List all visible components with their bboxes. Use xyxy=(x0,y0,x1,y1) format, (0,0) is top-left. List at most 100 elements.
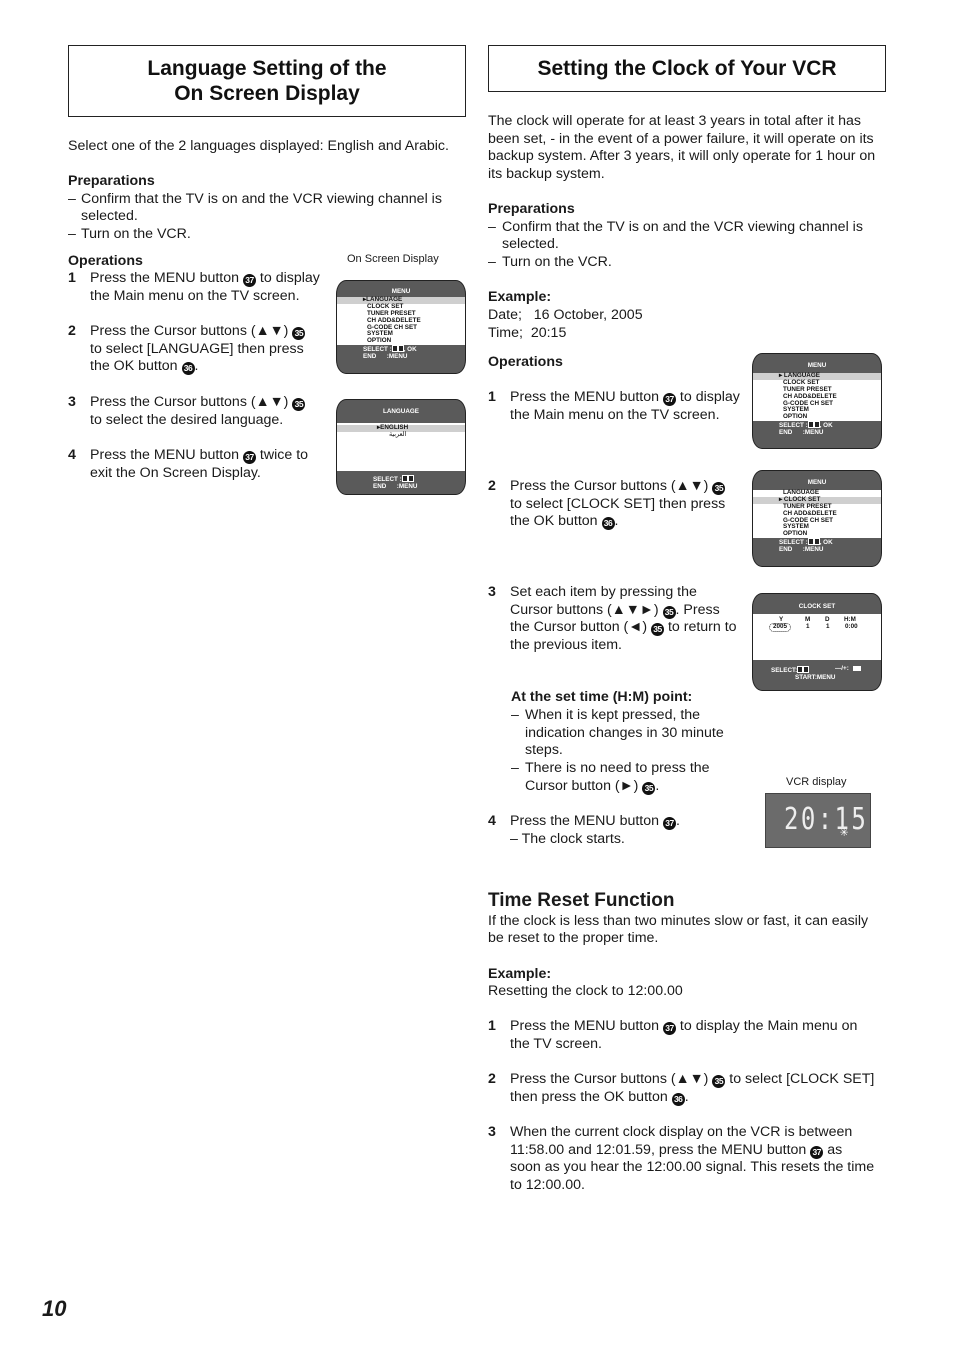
menu-item: G-CODE CH SET xyxy=(367,323,418,331)
step-text: to select [CLOCK SET] xyxy=(725,1071,875,1087)
menu-item: OPTION xyxy=(783,530,808,538)
hm-note-heading: At the set time (H:M) point: xyxy=(511,689,693,705)
step-text: to select [CLOCK SET] then press xyxy=(510,495,726,512)
note-text: Cursor button (►) 35. xyxy=(525,778,660,795)
step-text: Press the MENU button xyxy=(90,447,243,463)
operations-heading: Operations xyxy=(68,253,143,269)
intro-text: Select one of the 2 languages displayed:… xyxy=(68,138,449,154)
step-text: the OK button xyxy=(90,358,182,375)
tv-screen-menu-clockset: MENU LANGUAGE ▸ CLOCK SET TUNER PRESET C… xyxy=(752,470,882,567)
step-text: Set each item by pressing the xyxy=(510,584,697,600)
note-text: steps. xyxy=(525,742,563,758)
time-reset-intro: be reset to the proper time. xyxy=(488,930,659,946)
vcr-display: 20:15 ✳ xyxy=(765,793,871,848)
step-text: . xyxy=(675,813,680,829)
flashing-indicator-icon: ✳ xyxy=(840,824,849,840)
step-text: Press the MENU button xyxy=(510,813,663,829)
screen-footer: END :MENU xyxy=(373,482,418,490)
menu-item: G-CODE CH SET xyxy=(783,399,834,407)
step-text: – The clock starts. xyxy=(510,830,625,847)
screen-footer: END :MENU xyxy=(779,429,824,437)
menu-item: SYSTEM xyxy=(783,523,809,531)
button-35-icon: 35 xyxy=(712,1075,726,1088)
button-35-icon: 35 xyxy=(642,782,656,795)
button-35-icon: 35 xyxy=(651,623,664,637)
step-text: as xyxy=(823,1141,843,1158)
prep-item: – xyxy=(68,191,76,207)
prep-text: selected. xyxy=(81,208,138,224)
title-line: Language Setting of the xyxy=(147,57,387,80)
step-text: Press the Cursor buttons (▲▼) xyxy=(90,323,293,339)
tv-screen-language: LANGUAGE ▸ENGLISH العربية SELECT : END :… xyxy=(336,399,466,495)
menu-item: SYSTEM xyxy=(783,406,809,414)
step-text: to select the desired language. xyxy=(90,411,284,428)
step-text: the previous item. xyxy=(510,636,622,653)
menu-list: ▸LANGUAGE CLOCK SET TUNER PRESET CH ADD&… xyxy=(337,296,465,346)
step-number: 1 xyxy=(488,1018,496,1034)
preparations-heading: Preparations xyxy=(68,173,155,189)
step-text: Press the MENU button xyxy=(510,389,663,405)
section-title-clock: Setting the Clock of Your VCR xyxy=(488,45,886,92)
button-37-icon: 37 xyxy=(810,1145,824,1159)
button-35-icon: 35 xyxy=(712,482,726,495)
prep-text: selected. xyxy=(502,236,559,252)
step-text: the Main menu on the TV screen. xyxy=(90,287,300,304)
step-text: 11:58.00 and 12:01.59, press the MENU bu… xyxy=(510,1141,811,1158)
button-35-icon: 35 xyxy=(292,398,306,411)
screen-title: MENU xyxy=(391,288,411,295)
button-35-icon: 35 xyxy=(292,327,306,340)
step-text: twice to xyxy=(255,447,309,463)
intro-line: been set, - in the event of a power fail… xyxy=(488,131,874,147)
tv-screen-menu: MENU ▸LANGUAGE CLOCK SET TUNER PRESET CH… xyxy=(336,280,466,374)
screen-footer: END :MENU xyxy=(779,546,824,554)
day-value: 1 xyxy=(826,623,830,630)
language-option: العربية xyxy=(389,430,407,438)
prep-text: Confirm that the TV is on and the VCR vi… xyxy=(502,219,863,235)
note-text: indication changes in 30 minute xyxy=(525,725,724,741)
step-text: When the current clock display on the VC… xyxy=(510,1124,853,1140)
intro-line: The clock will operate for at least 3 ye… xyxy=(488,113,861,129)
menu-list: LANGUAGE ▸ CLOCK SET TUNER PRESET CH ADD… xyxy=(753,489,881,539)
step-text: Cursor buttons (▲▼►) xyxy=(510,601,663,618)
preparations-heading: Preparations xyxy=(488,201,575,217)
button-37-icon: 37 xyxy=(662,393,676,406)
section-title-language: Language Setting of the On Screen Display xyxy=(68,45,466,117)
step-text: soon as you hear the 12:00.00 signal. Th… xyxy=(510,1159,875,1176)
step-text: the Cursor button (◄) xyxy=(510,619,651,636)
osd-caption: On Screen Display xyxy=(347,253,439,265)
operations-heading: Operations xyxy=(488,354,563,370)
time-reset-heading: Time Reset Function xyxy=(488,890,675,911)
vcr-time: 20:15 xyxy=(784,802,869,837)
example-heading: Example: xyxy=(488,289,552,305)
screen-footer: END :MENU xyxy=(363,353,408,361)
screen-footer: SELECT: —/+: xyxy=(753,660,881,675)
screen-footer: SELECT : xyxy=(337,471,465,484)
screen-title: MENU xyxy=(807,479,827,486)
button-37-icon: 37 xyxy=(662,1022,676,1035)
button-36-icon: 36 xyxy=(671,1092,685,1106)
tv-screen-menu-language: MENU ▸ LANGUAGE CLOCK SET TUNER PRESET C… xyxy=(752,353,882,449)
step-number: 1 xyxy=(68,270,76,286)
menu-item: G-CODE CH SET xyxy=(783,516,834,524)
note-item: – xyxy=(511,707,519,723)
step-number: 3 xyxy=(68,394,76,410)
button-35-icon: 35 xyxy=(662,605,676,619)
screen-footer: START:MENU xyxy=(795,673,836,681)
prep-item: – xyxy=(488,219,496,235)
intro-line: its backup system. xyxy=(488,166,605,182)
step-text: to 12:00.00. xyxy=(510,1176,585,1193)
step-number: 4 xyxy=(488,813,496,829)
screen-title: CLOCK SET xyxy=(798,603,836,610)
prep-text: Turn on the VCR. xyxy=(502,254,612,270)
title-text: Setting the Clock of Your VCR xyxy=(537,57,837,80)
example-date: Date; 16 October, 2005 xyxy=(488,307,643,323)
step-number: 2 xyxy=(488,478,496,494)
tv-screen-clock-set: CLOCK SET Y M D H:M 2005 1 1 0:00 SELECT… xyxy=(752,593,882,691)
language-list: ▸ENGLISH العربية xyxy=(337,423,465,471)
clock-fields: Y M D H:M 2005 1 1 0:00 xyxy=(753,614,881,660)
title-line: On Screen Display xyxy=(174,82,360,105)
step-number: 4 xyxy=(68,447,76,463)
step-number: 1 xyxy=(488,389,496,405)
screen-title: LANGUAGE xyxy=(382,408,420,415)
step-text: the TV screen. xyxy=(510,1035,603,1052)
